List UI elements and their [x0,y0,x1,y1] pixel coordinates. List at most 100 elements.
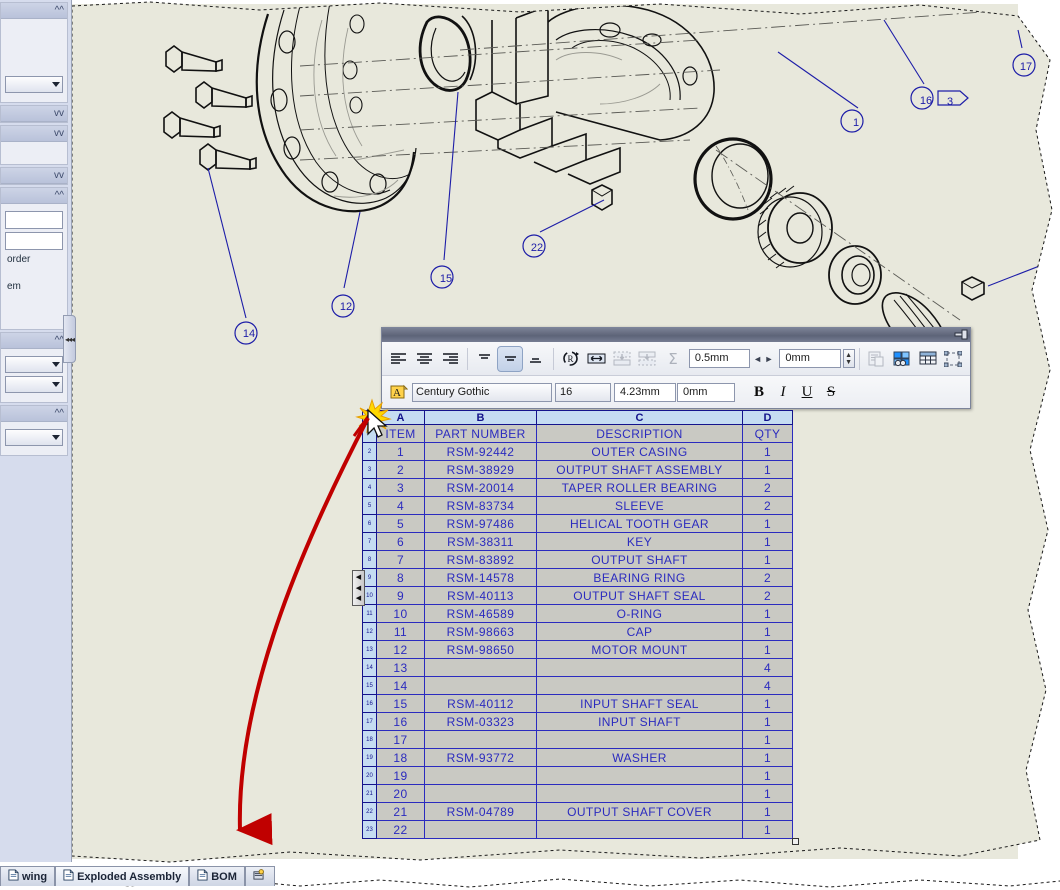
cell-item[interactable]: 6 [376,532,425,551]
table-row[interactable]: 8 7 RSM-83892 OUTPUT SHAFT 1 [362,550,793,569]
row-number[interactable]: 17 [362,712,377,731]
row-number[interactable]: 4 [362,478,377,497]
cell-description[interactable]: BEARING RING [536,568,743,587]
row-number[interactable]: 21 [362,784,377,803]
cell-item[interactable]: 17 [376,730,425,749]
column-letter-c[interactable]: C [536,410,743,425]
pm-group-header[interactable]: ^^ [1,333,67,349]
pm-dropdown-b[interactable] [5,376,63,393]
cell-part-number[interactable]: RSM-97486 [424,514,537,533]
cell-part-number[interactable]: RSM-92442 [424,442,537,461]
sheet-tabs[interactable]: wing Exploded Assembly BOM [0,866,275,886]
pm-dropdown-c[interactable] [5,429,63,446]
bom-table[interactable]: ◀ ◀ ◀ A B C D ITEM PART NUMBER DESCRIPTION QT… [352,410,799,845]
toolbar-title-bar[interactable] [382,328,970,342]
cell-description[interactable]: OUTER CASING [536,442,743,461]
pm-group-header[interactable]: vv [1,168,67,184]
table-row[interactable]: 6 5 RSM-97486 HELICAL TOOTH GEAR 1 [362,514,793,533]
cell-part-number[interactable] [424,784,537,803]
cell-qty[interactable]: 1 [742,514,793,533]
cell-description[interactable]: INPUT SHAFT SEAL [536,694,743,713]
table-row[interactable]: 3 2 RSM-38929 OUTPUT SHAFT ASSEMBLY 1 [362,460,793,479]
cell-item[interactable]: 13 [376,658,425,677]
table-row[interactable]: 9 8 RSM-14578 BEARING RING 2 [362,568,793,587]
cell-qty[interactable]: 1 [742,748,793,767]
cell-part-number[interactable]: RSM-03323 [424,712,537,731]
expand-down-icon[interactable]: vv [54,127,64,140]
cell-qty[interactable]: 1 [742,730,793,749]
row-number[interactable]: 22 [362,802,377,821]
cell-qty[interactable]: 1 [742,694,793,713]
collapse-up-icon[interactable]: ^^ [55,4,64,17]
pm-group-header[interactable]: vv [1,126,67,142]
cell-part-number[interactable]: RSM-40113 [424,586,537,605]
bom-header-cell[interactable]: QTY [742,424,793,443]
cell-item[interactable]: 19 [376,766,425,785]
table-row[interactable]: 15 14 4 [362,676,793,695]
table-row[interactable]: 23 22 1 [362,820,793,839]
cell-description[interactable]: OUTPUT SHAFT [536,550,743,569]
pm-dropdown[interactable] [5,76,63,93]
cell-qty[interactable]: 1 [742,442,793,461]
pm-group-header[interactable]: ^^ [1,3,67,19]
pm-group-2[interactable]: vv [0,105,68,123]
table-row[interactable]: 22 21 RSM-04789 OUTPUT SHAFT COVER 1 [362,802,793,821]
cell-item[interactable]: 15 [376,694,425,713]
column-letter-b[interactable]: B [424,410,537,425]
cell-qty[interactable]: 1 [742,820,793,839]
thickness-stepper[interactable]: ◄ ► [753,354,773,364]
row-number[interactable]: 2 [362,442,377,461]
insert-row-below-icon[interactable] [635,346,661,372]
insert-row-above-icon[interactable] [609,346,635,372]
pm-group-header[interactable]: ^^ [1,188,67,204]
table-row[interactable]: 10 9 RSM-40113 OUTPUT SHAFT SEAL 2 [362,586,793,605]
strikethrough-button[interactable]: S [819,384,843,401]
cell-description[interactable]: TAPER ROLLER BEARING [536,478,743,497]
cell-part-number[interactable]: RSM-04789 [424,802,537,821]
cell-description[interactable]: KEY [536,532,743,551]
cell-description[interactable] [536,766,743,785]
cell-item[interactable]: 21 [376,802,425,821]
row-number[interactable]: 16 [362,694,377,713]
row-number[interactable]: 11 [362,604,377,623]
table-move-handle[interactable]: ◀ ◀ ◀ [352,570,365,606]
bom-grid[interactable]: A B C D ITEM PART NUMBER DESCRIPTION QTY 2 1 R… [362,410,793,839]
bom-header-cell[interactable]: DESCRIPTION [536,424,743,443]
table-row[interactable]: 4 3 RSM-20014 TAPER ROLLER BEARING 2 [362,478,793,497]
cell-qty[interactable]: 1 [742,532,793,551]
table-row[interactable]: 19 18 RSM-93772 WASHER 1 [362,748,793,767]
cell-item[interactable]: 9 [376,586,425,605]
cell-description[interactable] [536,658,743,677]
offset-spinner[interactable]: ▲ ▼ [842,349,855,368]
cell-description[interactable]: MOTOR MOUNT [536,640,743,659]
pm-group-4[interactable]: vv [0,167,68,185]
row-number[interactable]: 13 [362,640,377,659]
underline-button[interactable]: U [795,384,819,401]
cell-description[interactable]: OUTPUT SHAFT SEAL [536,586,743,605]
cell-qty[interactable]: 4 [742,658,793,677]
cell-description[interactable]: INPUT SHAFT [536,712,743,731]
cell-item[interactable]: 11 [376,622,425,641]
cell-part-number[interactable] [424,676,537,695]
pm-group-header[interactable]: ^^ [1,406,67,422]
cell-item[interactable]: 20 [376,784,425,803]
font-size-combo[interactable]: 16 [555,382,611,402]
table-resize-handle[interactable] [792,838,799,845]
cell-item[interactable]: 1 [376,442,425,461]
sheet-tab-drawing[interactable]: wing [0,866,56,886]
sheet-tab-exploded[interactable]: Exploded Assembly [55,866,190,886]
table-row[interactable]: 14 13 4 [362,658,793,677]
cell-description[interactable] [536,820,743,839]
cell-part-number[interactable] [424,820,537,839]
cell-part-number[interactable] [424,766,537,785]
border-thickness-field[interactable]: 0.5mm [688,349,751,368]
cell-qty[interactable]: 1 [742,460,793,479]
pm-group-5[interactable]: ^^ order em [0,187,68,330]
table-row[interactable]: 12 11 RSM-98663 CAP 1 [362,622,793,641]
cell-part-number[interactable]: RSM-83734 [424,496,537,515]
balloon-1[interactable]: 1 [852,117,860,129]
align-right-icon[interactable] [437,346,463,372]
table-row[interactable]: 2 1 RSM-92442 OUTER CASING 1 [362,442,793,461]
dock-pin-icon[interactable] [953,329,968,340]
row-number[interactable]: 14 [362,658,377,677]
